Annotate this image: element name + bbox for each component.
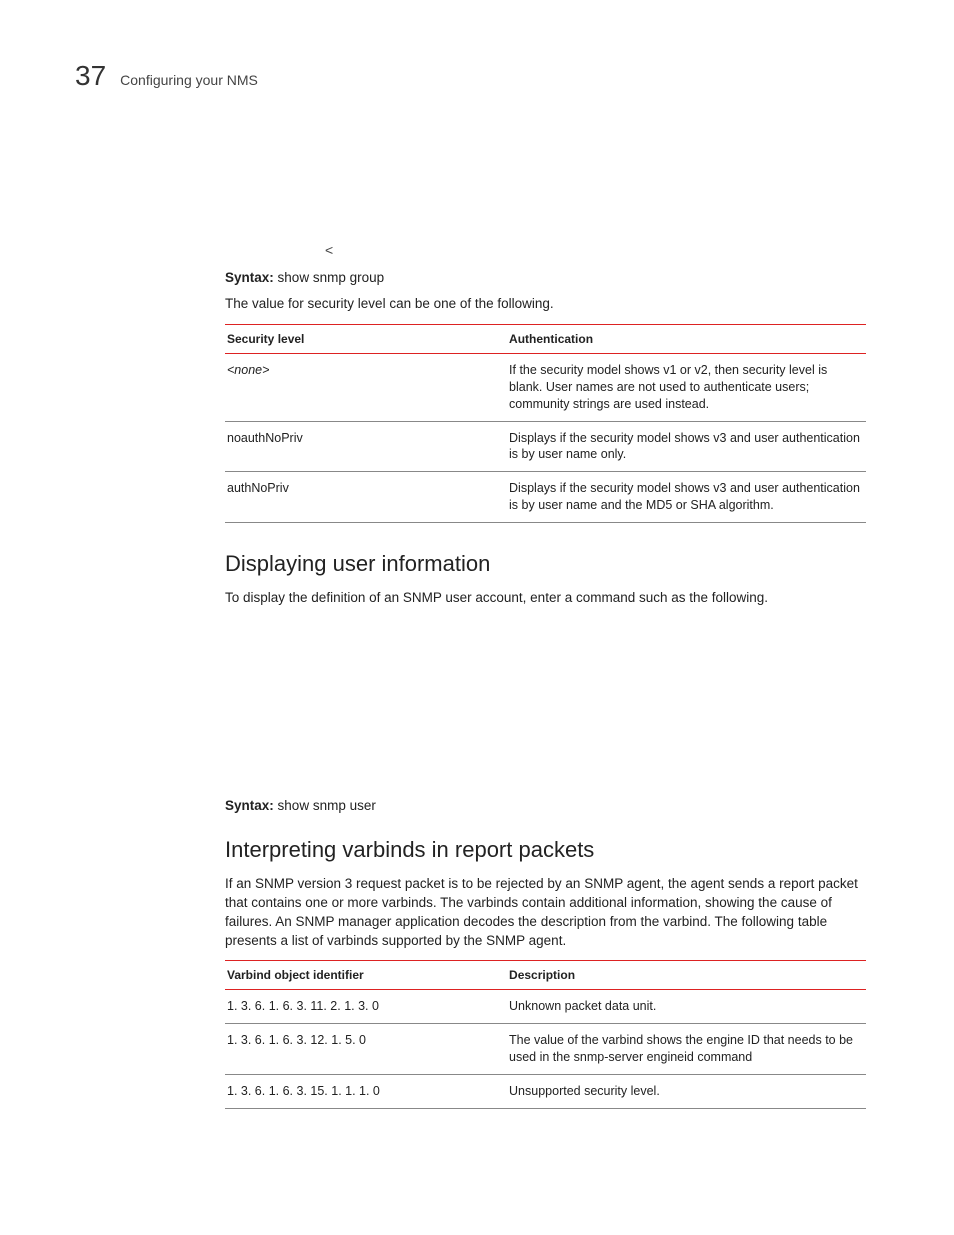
cell-auth: Displays if the security model shows v3 …	[507, 472, 866, 523]
heading-interpreting-varbinds: Interpreting varbinds in report packets	[225, 837, 866, 863]
table-row: 1. 3. 6. 1. 6. 3. 11. 2. 1. 3. 0 Unknown…	[225, 990, 866, 1024]
angle-bracket: <	[325, 242, 866, 258]
cell-desc: Unsupported security level.	[507, 1075, 866, 1109]
cell-oid: 1. 3. 6. 1. 6. 3. 11. 2. 1. 3. 0	[225, 990, 507, 1024]
cell-level: <none>	[225, 353, 507, 421]
varbind-table: Varbind object identifier Description 1.…	[225, 960, 866, 1109]
syntax-command: show snmp group	[278, 270, 385, 285]
security-intro: The value for security level can be one …	[225, 295, 866, 314]
col-security-level: Security level	[225, 324, 507, 353]
table-row: noauthNoPriv Displays if the security mo…	[225, 421, 866, 472]
cell-desc: Unknown packet data unit.	[507, 990, 866, 1024]
table-row: authNoPriv Displays if the security mode…	[225, 472, 866, 523]
table-header-row: Varbind object identifier Description	[225, 961, 866, 990]
syntax-command: show snmp user	[278, 798, 376, 813]
syntax-line-user: Syntax: show snmp user	[225, 798, 866, 813]
table-row: <none> If the security model shows v1 or…	[225, 353, 866, 421]
table-row: 1. 3. 6. 1. 6. 3. 12. 1. 5. 0 The value …	[225, 1024, 866, 1075]
page-header: 37 Configuring your NMS	[75, 60, 866, 92]
page-number: 37	[75, 60, 106, 92]
running-title: Configuring your NMS	[120, 72, 258, 88]
table-header-row: Security level Authentication	[225, 324, 866, 353]
page: 37 Configuring your NMS < Syntax: show s…	[0, 0, 954, 1197]
heading-displaying-user-info: Displaying user information	[225, 551, 866, 577]
varbinds-para: If an SNMP version 3 request packet is t…	[225, 875, 866, 951]
cell-oid: 1. 3. 6. 1. 6. 3. 15. 1. 1. 1. 0	[225, 1075, 507, 1109]
spacer	[225, 618, 866, 798]
security-level-table: Security level Authentication <none> If …	[225, 324, 866, 523]
cell-desc: The value of the varbind shows the engin…	[507, 1024, 866, 1075]
displaying-user-para: To display the definition of an SNMP use…	[225, 589, 866, 608]
col-varbind-oid: Varbind object identifier	[225, 961, 507, 990]
cell-level: authNoPriv	[225, 472, 507, 523]
cell-level: noauthNoPriv	[225, 421, 507, 472]
syntax-line-group: Syntax: show snmp group	[225, 270, 866, 285]
cell-auth: Displays if the security model shows v3 …	[507, 421, 866, 472]
content-area: < Syntax: show snmp group The value for …	[225, 242, 866, 1109]
col-authentication: Authentication	[507, 324, 866, 353]
syntax-label: Syntax:	[225, 798, 274, 813]
cell-auth: If the security model shows v1 or v2, th…	[507, 353, 866, 421]
table-row: 1. 3. 6. 1. 6. 3. 15. 1. 1. 1. 0 Unsuppo…	[225, 1075, 866, 1109]
cell-oid: 1. 3. 6. 1. 6. 3. 12. 1. 5. 0	[225, 1024, 507, 1075]
syntax-label: Syntax:	[225, 270, 274, 285]
col-description: Description	[507, 961, 866, 990]
